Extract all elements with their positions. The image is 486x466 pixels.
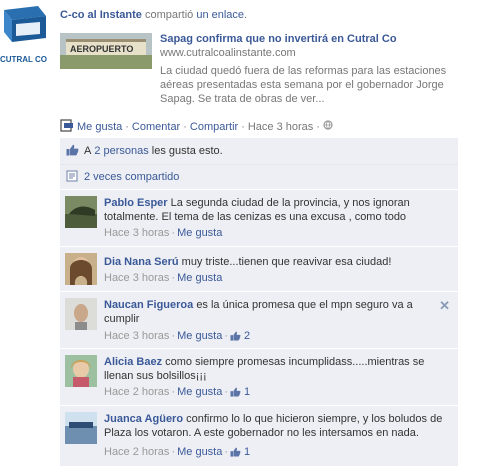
thumbs-up-icon (66, 144, 79, 159)
likes-prefix: A (84, 145, 92, 157)
comment-time[interactable]: Hace 3 horas (104, 227, 169, 239)
comment-like-link[interactable]: Me gusta (177, 330, 222, 342)
separator: · (171, 386, 176, 398)
like-post-link[interactable]: Me gusta (77, 121, 122, 133)
thumbs-up-icon (230, 387, 242, 398)
avatar[interactable] (65, 253, 97, 285)
feedback-box: A 2 personas les gusta esto. 2 veces com… (60, 138, 458, 466)
comment-like-link[interactable]: Me gusta (177, 227, 222, 239)
likes-count-link[interactable]: 2 personas (94, 145, 148, 157)
comment-author[interactable]: Pablo Esper (104, 197, 168, 209)
comment-body: Alicia Baez como siempre promesas incump… (104, 355, 434, 383)
attachment-url: www.cutralcoalinstante.com (160, 47, 296, 59)
comment-body: Juanca Agüero confirmo lo lo que hiciero… (104, 412, 444, 440)
comment-like-count[interactable]: 1 (244, 386, 250, 398)
post-verb: compartió (144, 9, 194, 21)
comment-like-count[interactable]: 2 (244, 330, 250, 342)
thumbnail-sign: AEROPUERTO (70, 44, 133, 54)
likes-suffix: les gusta esto. (151, 145, 223, 157)
thumbs-up-icon (230, 331, 242, 342)
separator: · (224, 330, 229, 342)
separator: · (171, 330, 176, 342)
comment-author[interactable]: Dia Nana Serú (104, 256, 179, 268)
comment-time[interactable]: Hace 3 horas (104, 272, 169, 284)
page-logo[interactable]: CUTRAL CO (0, 4, 50, 64)
separator: · (171, 227, 176, 239)
comment-like-link[interactable]: Me gusta (177, 446, 222, 458)
comment-author[interactable]: Juanca Agüero (104, 413, 183, 425)
comment-body: Pablo Esper La segunda ciudad de la prov… (104, 196, 439, 224)
avatar[interactable] (65, 355, 97, 387)
attachment-title[interactable]: Sapag confirma que no invertirá en Cutra… (160, 33, 397, 45)
close-icon[interactable]: ✕ (439, 298, 450, 314)
comment-like-count[interactable]: 1 (244, 446, 250, 458)
post-author-link[interactable]: C-co al Instante (60, 9, 142, 21)
comment-item: Alicia Baez como siempre promesas incump… (60, 349, 458, 406)
comment-author[interactable]: Naucan Figueroa (104, 299, 193, 311)
comment-time[interactable]: Hace 2 horas (104, 386, 169, 398)
attachment-description: La ciudad quedó fuera de las reformas pa… (160, 65, 447, 105)
comment-body: Naucan Figueroa es la única promesa que … (104, 298, 424, 326)
comment-time[interactable]: Hace 3 horas (104, 330, 169, 342)
post-actions: Me gusta · Comentar · Compartir · Hace 3… (60, 118, 480, 135)
separator: · (125, 120, 129, 133)
share-post-icon (60, 118, 74, 135)
separator: · (316, 120, 320, 133)
share-post-link[interactable]: Compartir (190, 121, 238, 133)
comment-text: muy triste...tienen que reavivar esa ciu… (181, 256, 392, 268)
avatar[interactable] (65, 196, 97, 228)
likes-summary: A 2 personas les gusta esto. (60, 138, 458, 165)
separator: · (171, 272, 176, 284)
comment-meta: Hace 2 horas · Me gusta · 1 (104, 386, 250, 398)
shares-icon (66, 170, 78, 185)
separator: · (224, 446, 229, 458)
comment-meta: Hace 3 horas · Me gusta (104, 227, 222, 239)
comment-meta: Hace 3 horas · Me gusta · 2 (104, 330, 250, 342)
logo-text: CUTRAL CO (0, 55, 47, 64)
avatar[interactable] (65, 412, 97, 444)
attachment-thumbnail[interactable]: AEROPUERTO (60, 33, 152, 69)
avatar[interactable] (65, 298, 97, 330)
comment-item: Juanca Agüero confirmo lo lo que hiciero… (60, 406, 458, 466)
header-period: . (244, 9, 248, 21)
comment-author[interactable]: Alicia Baez (104, 356, 162, 368)
globe-icon (323, 120, 333, 133)
comment-time[interactable]: Hace 2 horas (104, 446, 169, 458)
shares-link[interactable]: 2 veces compartido (84, 171, 179, 183)
separator: · (183, 120, 187, 133)
comment-like-link[interactable]: Me gusta (177, 386, 222, 398)
post-header: C-co al Instante compartió un enlace. (60, 8, 247, 22)
post-timestamp[interactable]: Hace 3 horas (248, 121, 313, 133)
comment-post-link[interactable]: Comentar (132, 121, 180, 133)
shared-link-text[interactable]: un enlace (196, 9, 244, 21)
comment-item: Pablo Esper La segunda ciudad de la prov… (60, 190, 458, 247)
comment-item: Dia Nana Serú muy triste...tienen que re… (60, 247, 458, 292)
comment-body: Dia Nana Serú muy triste...tienen que re… (104, 255, 439, 269)
comment-meta: Hace 3 horas · Me gusta (104, 272, 222, 284)
separator: · (224, 386, 229, 398)
shares-summary[interactable]: 2 veces compartido (60, 165, 458, 190)
separator: · (241, 120, 245, 133)
comment-item: Naucan Figueroa es la única promesa que … (60, 292, 458, 349)
separator: · (171, 446, 176, 458)
comment-meta: Hace 2 horas · Me gusta · 1 (104, 446, 250, 458)
thumbs-up-icon (230, 447, 242, 458)
comment-like-link[interactable]: Me gusta (177, 272, 222, 284)
